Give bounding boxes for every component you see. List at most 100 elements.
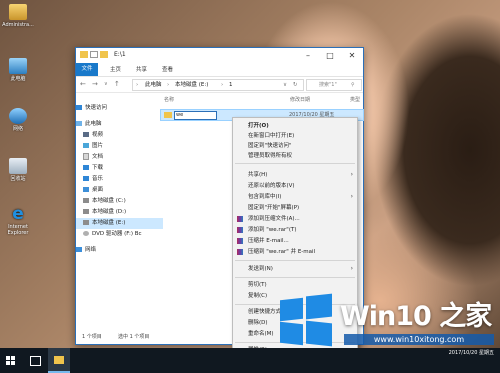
nav-item-desktop[interactable]: 桌面 xyxy=(76,185,163,196)
menu-label: 删除(D) xyxy=(248,320,268,326)
menu-item-compress-rar-email[interactable]: 压缩到 "we.rar" 并 E-mail xyxy=(233,247,357,257)
nav-item-dvd-drive[interactable]: DVD 驱动器 (F:) Bc xyxy=(76,229,163,240)
nav-item-drive-c[interactable]: 本地磁盘 (C:) xyxy=(76,196,163,207)
address-bar[interactable]: › 此电脑 › 本地磁盘 (E:) › 1 ∨ ↻ xyxy=(132,79,304,91)
nav-item-network[interactable]: 网络 xyxy=(76,245,156,256)
winrar-icon xyxy=(237,249,243,255)
folder-icon xyxy=(80,51,88,58)
address-row: ← → ∨ ↑ › 此电脑 › 本地磁盘 (E:) › 1 ∨ ↻ 搜索"1" … xyxy=(76,77,363,93)
column-header-date[interactable]: 修改日期 xyxy=(290,96,310,103)
nav-label: 此电脑 xyxy=(85,121,102,127)
desktop-icon-computer[interactable]: 此电脑 xyxy=(0,58,36,82)
folder-icon xyxy=(54,356,64,364)
nav-label: 本地磁盘 (C:) xyxy=(92,198,126,204)
taskbar-clock[interactable]: 2017/10/20 星期五 xyxy=(449,350,494,357)
windows-icon-pane xyxy=(6,361,10,365)
minimize-icon[interactable]: – xyxy=(297,48,319,63)
chevron-down-icon[interactable]: ∨ xyxy=(283,80,287,90)
back-icon[interactable]: ← xyxy=(80,80,86,88)
computer-icon xyxy=(76,121,82,126)
menu-separator xyxy=(235,277,355,278)
new-folder-icon[interactable] xyxy=(100,51,108,58)
breadcrumb-folder[interactable]: 1 xyxy=(229,80,233,90)
logo-pane xyxy=(306,320,332,347)
menu-label: 管理员取得所有权 xyxy=(248,153,293,159)
desktop-icon-label: 回收站 xyxy=(10,176,26,182)
nav-item-music[interactable]: 音乐 xyxy=(76,174,163,185)
column-header-name[interactable]: 名称 xyxy=(164,96,174,103)
nav-item-quick-access[interactable]: 快速访问 xyxy=(76,103,156,114)
forward-icon[interactable]: → xyxy=(92,80,98,88)
menu-item-take-ownership[interactable]: 管理员取得所有权 xyxy=(233,151,357,161)
menu-separator xyxy=(235,163,355,164)
drive-icon xyxy=(83,220,89,225)
nav-item-documents[interactable]: 文档 xyxy=(76,152,163,163)
tab-home[interactable]: 主页 xyxy=(110,65,121,73)
menu-item-send-to[interactable]: 发送到(N) › xyxy=(233,264,357,274)
picture-icon xyxy=(83,143,89,148)
window-title: E:\1 xyxy=(114,51,126,58)
menu-item-share[interactable]: 共享(H) › xyxy=(233,170,357,180)
properties-icon[interactable] xyxy=(90,51,98,58)
menu-item-compress-email[interactable]: 压缩并 E-mail... xyxy=(233,236,357,246)
menu-item-restore-versions[interactable]: 还原以前的版本(V) xyxy=(233,181,357,191)
menu-label: 添加到 "we.rar"(T) xyxy=(248,227,297,233)
nav-label: 视频 xyxy=(92,132,104,138)
recent-locations-icon[interactable]: ∨ xyxy=(104,81,108,87)
task-view-button[interactable] xyxy=(24,348,46,373)
drive-icon xyxy=(83,198,89,203)
chevron-right-icon: › xyxy=(221,82,224,88)
menu-item-pin-start[interactable]: 固定到"开始"屏幕(P) xyxy=(233,203,357,213)
nav-item-videos[interactable]: 视频 xyxy=(76,130,163,141)
menu-item-cut[interactable]: 剪切(T) xyxy=(233,280,357,290)
drive-icon xyxy=(83,209,89,214)
desktop-icon-label: 此电脑 xyxy=(10,76,26,82)
document-icon xyxy=(83,153,89,160)
network-icon xyxy=(76,247,82,252)
breadcrumb-drive-e[interactable]: 本地磁盘 (E:) xyxy=(175,80,208,90)
winrar-icon xyxy=(237,216,243,222)
desktop-icon-label: Internet Explorer xyxy=(7,224,29,236)
menu-item-add-to-rar[interactable]: 添加到 "we.rar"(T) xyxy=(233,225,357,235)
navigation-pane: 快速访问 此电脑 视频 图片 文档 下载 音乐 桌面 本地磁盘 (C:) 本地磁… xyxy=(76,93,163,329)
nav-item-drive-e[interactable]: 本地磁盘 (E:) xyxy=(76,218,163,229)
nav-item-this-pc[interactable]: 此电脑 xyxy=(76,119,156,130)
refresh-icon[interactable]: ↻ xyxy=(293,80,298,90)
maximize-icon[interactable]: □ xyxy=(319,48,341,63)
rename-field[interactable]: we xyxy=(174,111,217,120)
search-box[interactable]: 搜索"1" ⚲ xyxy=(306,79,362,91)
taskbar-explorer[interactable] xyxy=(48,348,70,373)
desktop-icon-user[interactable]: Administra... xyxy=(0,4,36,28)
breadcrumb-this-pc[interactable]: 此电脑 xyxy=(145,80,162,90)
menu-item-pin-quick-access[interactable]: 固定到"快速访问" xyxy=(233,141,357,151)
menu-label: 固定到"快速访问" xyxy=(248,143,292,149)
nav-label: DVD 驱动器 (F:) Bc xyxy=(92,231,142,237)
tab-view[interactable]: 查看 xyxy=(162,65,173,73)
desktop-icon-network[interactable]: 网络 xyxy=(0,108,36,132)
nav-label: 文档 xyxy=(92,154,104,160)
menu-item-open[interactable]: 打开(O) xyxy=(233,121,357,131)
up-icon[interactable]: ↑ xyxy=(114,80,120,88)
tab-file[interactable]: 文件 xyxy=(76,63,98,76)
nav-item-downloads[interactable]: 下载 xyxy=(76,163,163,174)
task-view-icon xyxy=(30,356,41,366)
desktop-icon-label: 网络 xyxy=(12,126,23,132)
menu-item-add-archive[interactable]: 添加到压缩文件(A)... xyxy=(233,214,357,224)
menu-item-open-new-window[interactable]: 在新窗口中打开(E) xyxy=(233,131,357,141)
dvd-icon xyxy=(83,231,89,236)
title-bar[interactable]: E:\1 – □ ✕ xyxy=(76,48,363,63)
menu-item-include-library[interactable]: 包含到库中(I) › xyxy=(233,192,357,202)
desktop-icon-recycle-bin[interactable]: 回收站 xyxy=(0,158,36,182)
menu-separator xyxy=(235,260,355,261)
ie-icon: e xyxy=(12,204,24,224)
start-button[interactable] xyxy=(0,348,22,373)
desktop-icon-ie[interactable]: e Internet Explorer xyxy=(0,204,36,237)
column-header-type[interactable]: 类型 xyxy=(350,96,360,103)
menu-label: 发送到(N) xyxy=(248,266,273,272)
tab-share[interactable]: 共享 xyxy=(136,65,147,73)
nav-item-drive-d[interactable]: 本地磁盘 (D:) xyxy=(76,207,163,218)
winrar-icon xyxy=(237,238,243,244)
nav-item-pictures[interactable]: 图片 xyxy=(76,141,163,152)
desktop-icon-label: Administra... xyxy=(2,22,34,28)
close-icon[interactable]: ✕ xyxy=(341,48,363,63)
